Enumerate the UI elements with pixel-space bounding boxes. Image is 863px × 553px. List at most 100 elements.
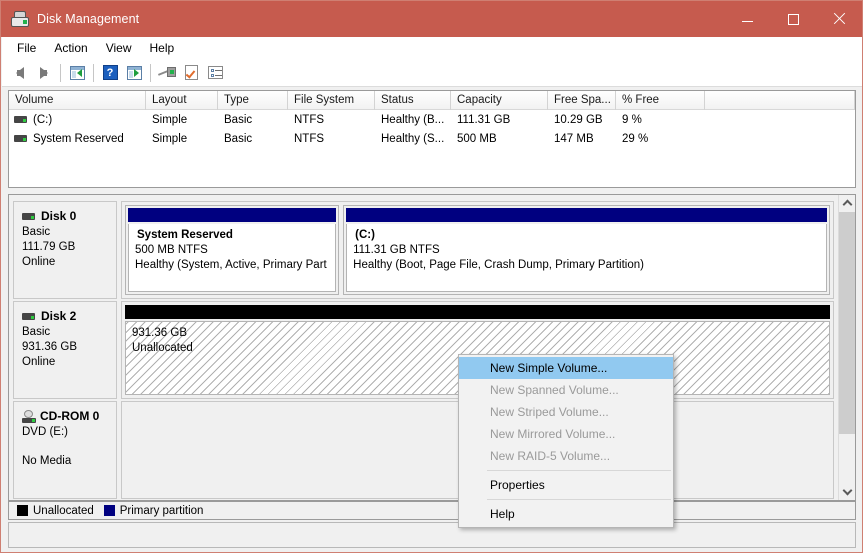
partition-name: (C:) [355, 229, 375, 241]
toolbar: ? [2, 59, 862, 87]
cell-percent-free: 29 % [622, 132, 649, 145]
context-menu-item-properties[interactable]: Properties [459, 474, 673, 496]
column-header-file-system[interactable]: File System [288, 91, 375, 110]
disk-status: No Media [22, 455, 72, 467]
cell-layout: Simple [152, 132, 188, 145]
column-header-status[interactable]: Status [375, 91, 451, 110]
legend-label-primary-partition: Primary partition [119, 504, 204, 517]
disk-management-window: Disk Management File Action View Help ? [0, 0, 863, 553]
table-row[interactable]: (C:) Simple Basic NTFS Healthy (B... 111… [9, 110, 855, 129]
disk-panel-scrollbar[interactable] [838, 195, 855, 500]
context-menu-item-new-striped-volume[interactable]: New Striped Volume... [459, 401, 673, 423]
cell-free-space: 10.29 GB [554, 113, 603, 126]
cell-free-space: 147 MB [554, 132, 594, 145]
back-icon [16, 66, 24, 79]
legend: Unallocated Primary partition [8, 501, 856, 520]
cell-status: Healthy (B... [381, 113, 445, 126]
cell-status: Healthy (S... [381, 132, 445, 145]
partition-color-bar [125, 305, 830, 319]
disk-name: CD-ROM 0 [40, 409, 100, 423]
column-header-layout[interactable]: Layout [146, 91, 218, 110]
column-header-volume[interactable]: Volume [9, 91, 146, 110]
context-menu-separator [487, 499, 671, 500]
table-row[interactable]: System Reserved Simple Basic NTFS Health… [9, 129, 855, 148]
partition-color-bar [128, 208, 337, 222]
show-hide-action-pane-button[interactable] [122, 61, 146, 85]
disk-row-disk-2[interactable]: Disk 2 Basic 931.36 GB Online 931.36 GB … [13, 301, 834, 399]
disk-info-cdrom-0[interactable]: CD-ROM 0 DVD (E:) No Media [13, 401, 117, 499]
menu-view[interactable]: View [97, 38, 141, 58]
cell-volume: System Reserved [33, 132, 124, 145]
scroll-up-button[interactable] [839, 195, 855, 212]
maximize-icon [787, 13, 799, 25]
maximize-button[interactable] [770, 1, 816, 37]
partition-status: Healthy (Boot, Page File, Crash Dump, Pr… [353, 259, 644, 271]
partition-c[interactable]: (C:) 111.31 GB NTFS Healthy (Boot, Page … [343, 205, 830, 295]
help-button[interactable]: ? [98, 61, 122, 85]
cell-layout: Simple [152, 113, 188, 126]
close-icon [833, 13, 845, 25]
show-hide-console-tree-button[interactable] [65, 61, 89, 85]
context-menu-item-new-simple-volume[interactable]: New Simple Volume... [459, 357, 673, 379]
properties-icon [184, 65, 198, 80]
context-menu-item-new-mirrored-volume[interactable]: New Mirrored Volume... [459, 423, 673, 445]
cell-file-system: NTFS [294, 113, 325, 126]
disk-name: Disk 2 [41, 309, 77, 323]
disk-row-disk-0[interactable]: Disk 0 Basic 111.79 GB Online System Res… [13, 201, 834, 299]
column-header-percent-free[interactable]: % Free [616, 91, 705, 110]
column-header-free-space[interactable]: Free Spa... [548, 91, 616, 110]
menu-bar: File Action View Help [2, 37, 862, 59]
properties-button[interactable] [179, 61, 203, 85]
partition-color-bar [346, 208, 827, 222]
toolbar-separator [93, 63, 94, 82]
close-button[interactable] [816, 1, 862, 37]
context-menu-item-help[interactable]: Help [459, 503, 673, 525]
status-bar [8, 522, 856, 548]
context-menu-separator [487, 470, 671, 471]
disk-icon [22, 212, 35, 220]
disk-info-disk-0[interactable]: Disk 0 Basic 111.79 GB Online [13, 201, 117, 299]
disk-size: 931.36 GB [22, 341, 77, 353]
menu-action[interactable]: Action [45, 38, 96, 58]
legend-label-unallocated: Unallocated [33, 504, 94, 517]
partition-size-fs: 500 MB NTFS [135, 244, 208, 256]
cdrom-icon [22, 409, 36, 423]
cell-capacity: 111.31 GB [457, 113, 511, 126]
context-menu-item-new-spanned-volume[interactable]: New Spanned Volume... [459, 379, 673, 401]
disk-status: Online [22, 356, 56, 368]
column-header-capacity[interactable]: Capacity [451, 91, 548, 110]
list-view-button[interactable] [203, 61, 227, 85]
menu-help[interactable]: Help [141, 38, 184, 58]
partition-status: Healthy (System, Active, Primary Part [135, 259, 327, 271]
menu-file[interactable]: File [8, 38, 45, 58]
scrollbar-thumb[interactable] [839, 212, 855, 434]
partition-size-fs: 111.31 GB NTFS [353, 244, 440, 256]
cell-percent-free: 9 % [622, 113, 642, 126]
volume-list-header: Volume Layout Type File System Status Ca… [9, 91, 855, 110]
context-menu-item-new-raid5-volume[interactable]: New RAID-5 Volume... [459, 445, 673, 467]
disk-type: DVD (E:) [22, 426, 68, 438]
disk-management-icon [11, 11, 29, 27]
help-icon: ? [102, 65, 118, 80]
rescan-disks-button[interactable] [155, 61, 179, 85]
partition-name: System Reserved [137, 229, 233, 241]
column-header-type[interactable]: Type [218, 91, 288, 110]
partition-size-fs: 931.36 GB [132, 327, 187, 339]
chevron-down-icon [844, 488, 851, 495]
legend-item-primary-partition: Primary partition [103, 504, 204, 517]
disk-icon [22, 312, 35, 320]
legend-swatch-unallocated [17, 505, 28, 516]
volume-list[interactable]: Volume Layout Type File System Status Ca… [8, 90, 856, 188]
toolbar-separator [150, 63, 151, 82]
disk-info-disk-2[interactable]: Disk 2 Basic 931.36 GB Online [13, 301, 117, 399]
disk-graphical-view: Disk 0 Basic 111.79 GB Online System Res… [8, 194, 856, 501]
back-button[interactable] [8, 61, 32, 85]
disk-row-cdrom-0[interactable]: CD-ROM 0 DVD (E:) No Media [13, 401, 834, 499]
volume-disk-icon [14, 135, 27, 142]
column-header-filler[interactable] [705, 91, 855, 110]
context-menu: New Simple Volume... New Spanned Volume.… [458, 354, 674, 528]
minimize-button[interactable] [724, 1, 770, 37]
forward-button[interactable] [32, 61, 56, 85]
scroll-down-button[interactable] [839, 483, 855, 500]
partition-system-reserved[interactable]: System Reserved 500 MB NTFS Healthy (Sys… [125, 205, 340, 295]
